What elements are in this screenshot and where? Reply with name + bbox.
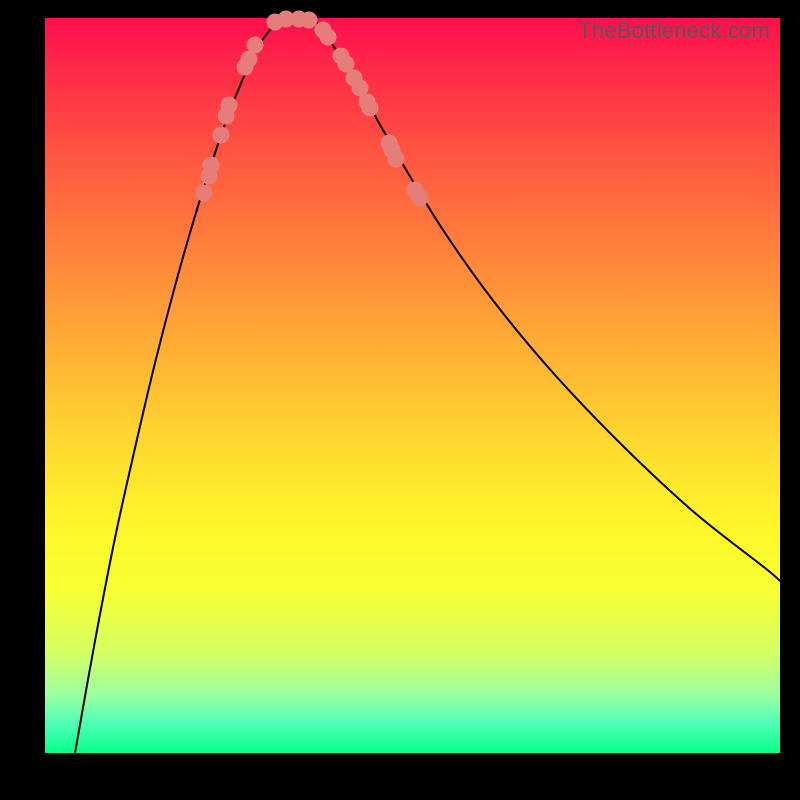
data-dot [412,190,429,207]
data-dot [221,97,238,114]
data-dots [196,11,429,207]
data-dot [213,127,230,144]
chart-svg [45,18,780,753]
data-dot [203,157,220,174]
data-dot [320,29,337,46]
frame: TheBottleneck.com [0,0,800,800]
curve-left-branch [75,18,285,753]
data-dot [196,185,213,202]
plot-area: TheBottleneck.com [45,18,780,753]
curve-right-branch [313,18,780,581]
data-dot [247,37,264,54]
data-dot [388,151,405,168]
data-dot [362,100,379,117]
data-dot [301,12,318,29]
